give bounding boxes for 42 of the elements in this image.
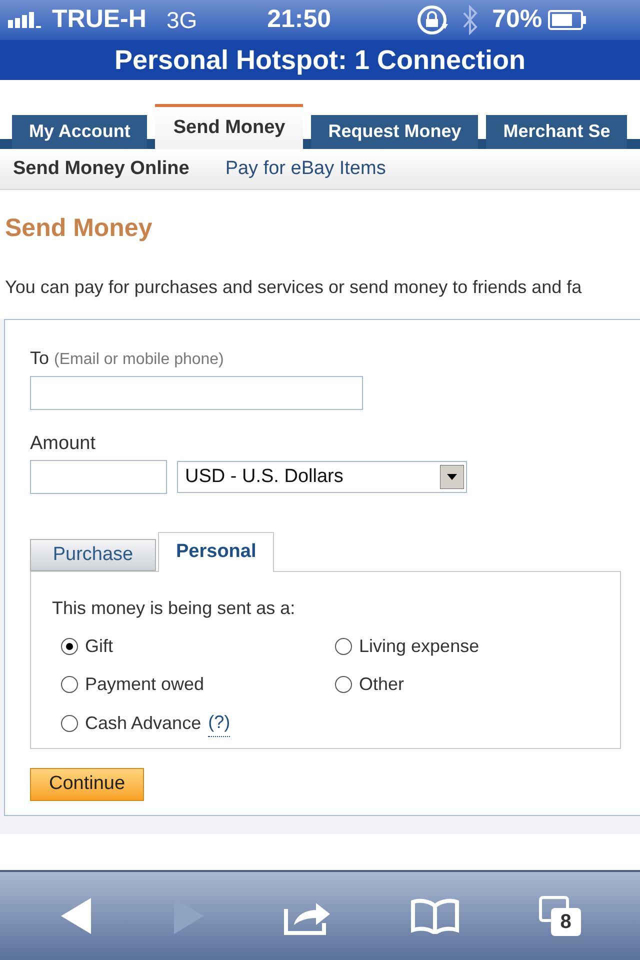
network-type: 3G: [166, 6, 198, 35]
dropdown-arrow-icon: [440, 465, 464, 489]
back-icon[interactable]: [59, 896, 94, 936]
radio-button[interactable]: [61, 714, 78, 732]
option-label: Cash Advance: [85, 712, 202, 734]
field-hint: (Email or mobile phone): [54, 350, 224, 368]
option-label: Gift: [85, 635, 114, 658]
intro-text: You can pay for purchases and services or send money to friends and fa: [5, 276, 583, 299]
page-heading: Send Money: [5, 213, 154, 244]
clock-time: 21:50: [267, 4, 332, 36]
option-label: Payment owed: [85, 673, 204, 696]
amount-input[interactable]: [30, 460, 167, 494]
rotation-lock-icon: [416, 4, 450, 36]
carrier-name: TRUE-H: [52, 4, 146, 36]
field-label: Amount: [30, 432, 96, 456]
bluetooth-icon: [462, 5, 478, 35]
payment-tab[interactable]: Purchase: [30, 539, 156, 571]
tabs-button[interactable]: 8: [538, 896, 581, 936]
option-label: Living expense: [359, 635, 480, 658]
currency-select[interactable]: USD - U.S. Dollars: [177, 461, 467, 493]
nav-tab[interactable]: My Account: [12, 115, 148, 149]
battery-icon: [548, 10, 588, 30]
tab-count: 8: [550, 908, 581, 936]
radio-button[interactable]: [335, 676, 352, 693]
bookmarks-icon[interactable]: [410, 898, 460, 934]
nav-tab[interactable]: Merchant Se: [486, 115, 628, 149]
continue-button[interactable]: Continue: [30, 768, 144, 801]
sub-nav-link[interactable]: Pay for eBay Items: [225, 154, 386, 184]
field-label: To: [30, 348, 50, 368]
radio-button[interactable]: [61, 676, 78, 693]
option-label: Other: [359, 673, 404, 696]
help-link[interactable]: (?): [208, 709, 230, 737]
sub-nav-link[interactable]: Send Money Online: [13, 154, 190, 184]
nav-tab[interactable]: Request Money: [311, 115, 478, 149]
nav-tab[interactable]: Send Money: [155, 104, 304, 149]
question-text: This money is being sent as a:: [52, 597, 296, 620]
payment-tab[interactable]: Personal: [158, 532, 274, 572]
radio-button[interactable]: [335, 638, 352, 655]
recipient-input[interactable]: [30, 376, 363, 410]
radio-button[interactable]: [61, 638, 78, 655]
battery-percentage: 70%: [492, 4, 542, 36]
hotspot-banner[interactable]: Personal Hotspot: 1 Connection: [0, 40, 640, 80]
